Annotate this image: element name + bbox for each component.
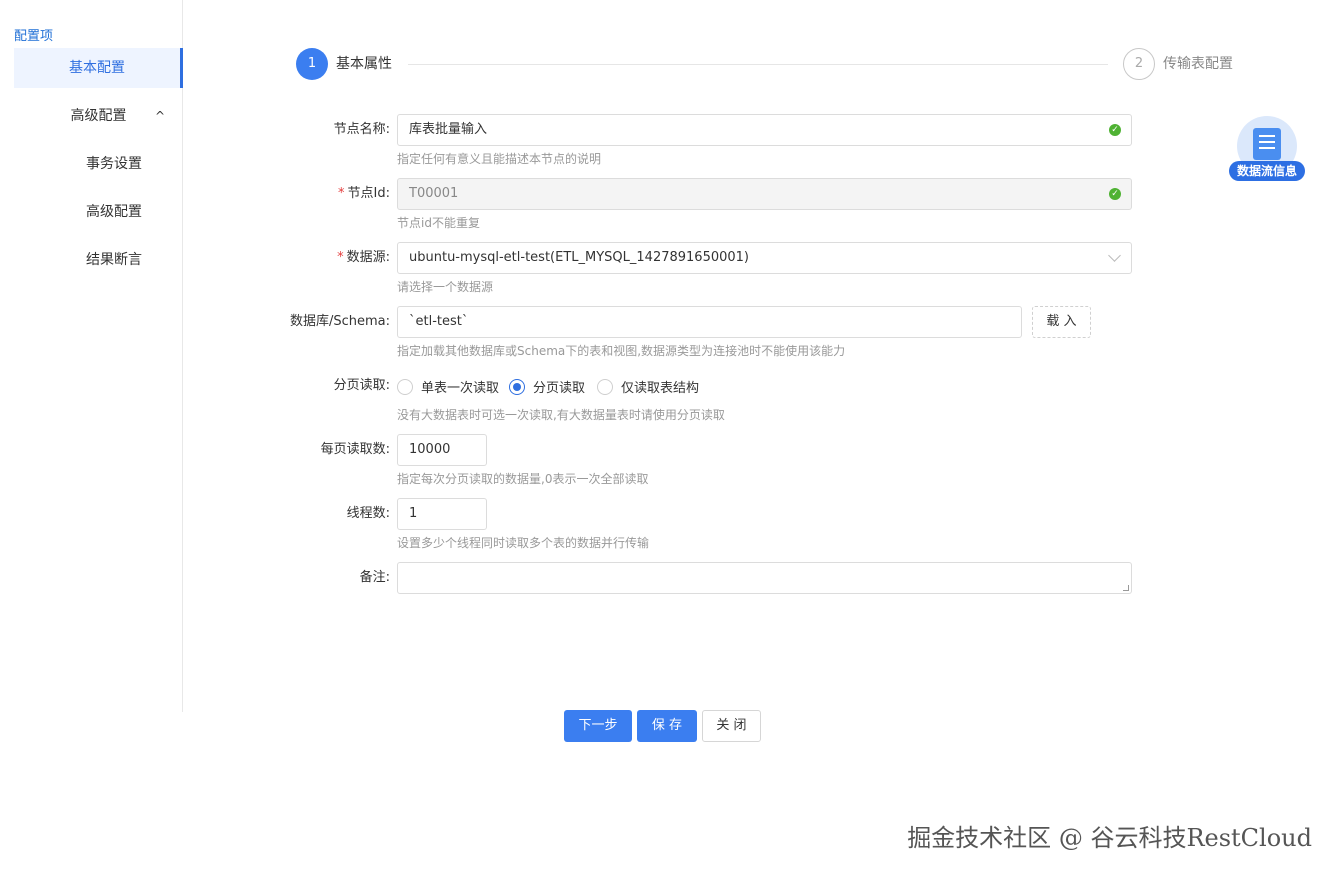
threads-value: 1	[409, 506, 418, 521]
dataflow-info-widget[interactable]: 数据流信息	[1229, 116, 1305, 182]
required-mark: *	[337, 250, 344, 265]
datasource-hint: 请选择一个数据源	[397, 280, 494, 294]
paging-hint: 没有大数据表时可选一次读取,有大数据量表时请使用分页读取	[397, 408, 725, 422]
radio-dot-selected	[509, 378, 525, 395]
check-circle-icon: ✓	[1109, 124, 1121, 136]
node-id-input: T00001 ✓	[397, 178, 1132, 210]
radio-structure-only[interactable]: 仅读取表结构	[597, 377, 699, 396]
page-size-label: 每页读取数:	[320, 442, 390, 457]
threads-label: 线程数:	[346, 506, 390, 521]
save-button[interactable]: 保 存	[637, 710, 697, 742]
sidebar-title: 配置项	[14, 29, 54, 44]
node-name-input[interactable]: 库表批量输入 ✓	[397, 114, 1132, 146]
required-mark: *	[338, 186, 345, 201]
paging-label: 分页读取:	[333, 378, 390, 393]
chevron-down-icon	[1108, 249, 1121, 262]
page-size-input[interactable]: 10000	[397, 434, 487, 466]
schema-value: `etl-test`	[409, 314, 469, 329]
remark-textarea[interactable]	[397, 562, 1132, 594]
load-button[interactable]: 载 入	[1032, 306, 1091, 338]
datasource-select[interactable]: ubuntu-mysql-etl-test(ETL_MYSQL_14278916…	[397, 242, 1132, 274]
watermark-text: 掘金技术社区 @ 谷云科技RestCloud	[907, 824, 1312, 852]
document-icon	[1253, 128, 1281, 160]
dataflow-info-label: 数据流信息	[1229, 161, 1305, 181]
datasource-label: * 数据源:	[337, 250, 390, 265]
sidebar-item-transaction[interactable]: 事务设置	[14, 144, 183, 184]
datasource-value: ubuntu-mysql-etl-test(ETL_MYSQL_14278916…	[409, 250, 749, 265]
step-indicator: 1 基本属性 2 传输表配置	[296, 48, 1236, 82]
radio-dot	[597, 378, 613, 395]
sidebar-item-label: 高级配置	[86, 204, 142, 220]
sidebar-item-label: 结果断言	[86, 252, 142, 268]
page-size-hint: 指定每次分页读取的数据量,0表示一次全部读取	[397, 472, 649, 486]
sidebar-item-advanced-group[interactable]: 高级配置 ^	[14, 96, 183, 136]
close-button[interactable]: 关 闭	[702, 710, 761, 742]
node-id-value: T00001	[409, 186, 459, 201]
threads-input[interactable]: 1	[397, 498, 487, 530]
schema-input[interactable]: `etl-test`	[397, 306, 1022, 338]
sidebar-item-basic-config[interactable]: 基本配置	[14, 48, 183, 88]
chevron-up-icon: ^	[154, 109, 165, 123]
sidebar-item-advanced-config[interactable]: 高级配置	[14, 192, 183, 232]
node-name-hint: 指定任何有意义且能描述本节点的说明	[397, 152, 602, 166]
schema-label: 数据库/Schema:	[289, 314, 390, 329]
radio-label: 分页读取	[533, 381, 586, 396]
node-id-hint: 节点id不能重复	[397, 216, 480, 230]
threads-hint: 设置多少个线程同时读取多个表的数据并行传输	[397, 536, 650, 550]
radio-label: 仅读取表结构	[621, 381, 700, 396]
radio-single-read[interactable]: 单表一次读取	[397, 377, 499, 396]
step-divider	[408, 64, 1108, 65]
step-2-label: 传输表配置	[1163, 56, 1233, 72]
step-2-circle: 2	[1123, 48, 1155, 80]
sidebar: 配置项 基本配置 高级配置 ^ 事务设置 高级配置 结果断言	[0, 0, 183, 712]
sidebar-item-result-assert[interactable]: 结果断言	[14, 240, 183, 280]
radio-label: 单表一次读取	[421, 381, 500, 396]
radio-dot	[397, 378, 413, 395]
step-1-circle: 1	[296, 48, 328, 80]
node-name-label: 节点名称:	[333, 122, 390, 137]
page-size-value: 10000	[409, 442, 451, 457]
schema-hint: 指定加载其他数据库或Schema下的表和视图,数据源类型为连接池时不能使用该能力	[397, 344, 846, 358]
step-1-label: 基本属性	[336, 56, 392, 72]
check-circle-icon: ✓	[1109, 188, 1121, 200]
next-button[interactable]: 下一步	[564, 710, 632, 742]
resize-handle-icon[interactable]	[1123, 585, 1129, 591]
radio-page-read[interactable]: 分页读取	[509, 377, 585, 396]
sidebar-item-label: 事务设置	[86, 156, 142, 172]
sidebar-item-label: 基本配置	[69, 60, 125, 76]
node-id-label: * 节点Id:	[338, 186, 390, 201]
remark-label: 备注:	[359, 570, 390, 585]
node-name-value: 库表批量输入	[409, 122, 488, 137]
sidebar-item-label: 高级配置	[70, 108, 127, 124]
